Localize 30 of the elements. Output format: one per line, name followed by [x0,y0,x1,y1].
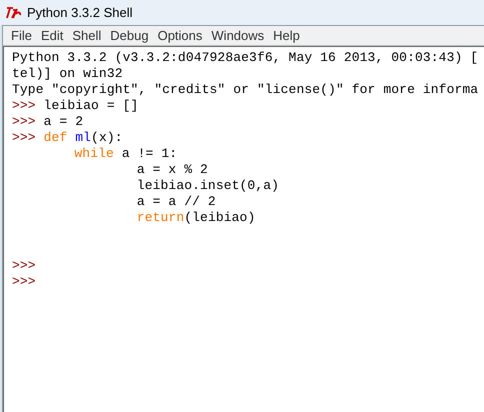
window-title: Python 3.3.2 Shell [27,4,133,22]
prompt: >>> [12,114,37,129]
keyword: def [44,130,68,145]
code-text: a = 2 [44,114,84,129]
output-text: Python 3.3.2 (v3.3.2:d047928ae3f6, May 16 2013, 00:03:43) [ [12,50,478,65]
function-name: ml [75,130,92,145]
shell-text-area[interactable] [3,46,484,412]
menu-item[interactable]: Windows [209,26,266,46]
prompt: >>> [12,258,36,273]
menu-item[interactable]: Shell [70,26,104,46]
prompt: >>> [12,98,37,113]
menu-item[interactable]: Edit [38,26,66,46]
menu-item[interactable]: Options [156,26,204,46]
output-text: tel)] on win32 [12,66,123,81]
code-text: leibiao = [] [44,98,138,113]
keyword: while [74,146,114,161]
menu-item[interactable]: File [9,26,34,46]
code-text: a = a // 2 [136,194,216,209]
code-text: a = x % 2 [136,162,208,177]
menu-item[interactable]: Debug [108,26,151,46]
prompt: >>> [12,274,36,289]
python-logo-icon [6,6,22,19]
code-text: (x): [91,130,123,145]
prompt: >>> [12,130,37,145]
output-text: Type "copyright", "credits" or "license()" for more informa [12,82,478,97]
code-text: (leibiao) [184,210,256,225]
code-text: a != 1: [120,146,178,161]
keyword: return [136,210,184,225]
menu-item[interactable]: Help [271,26,302,46]
code-text: leibiao.inset(0,a) [136,178,280,193]
